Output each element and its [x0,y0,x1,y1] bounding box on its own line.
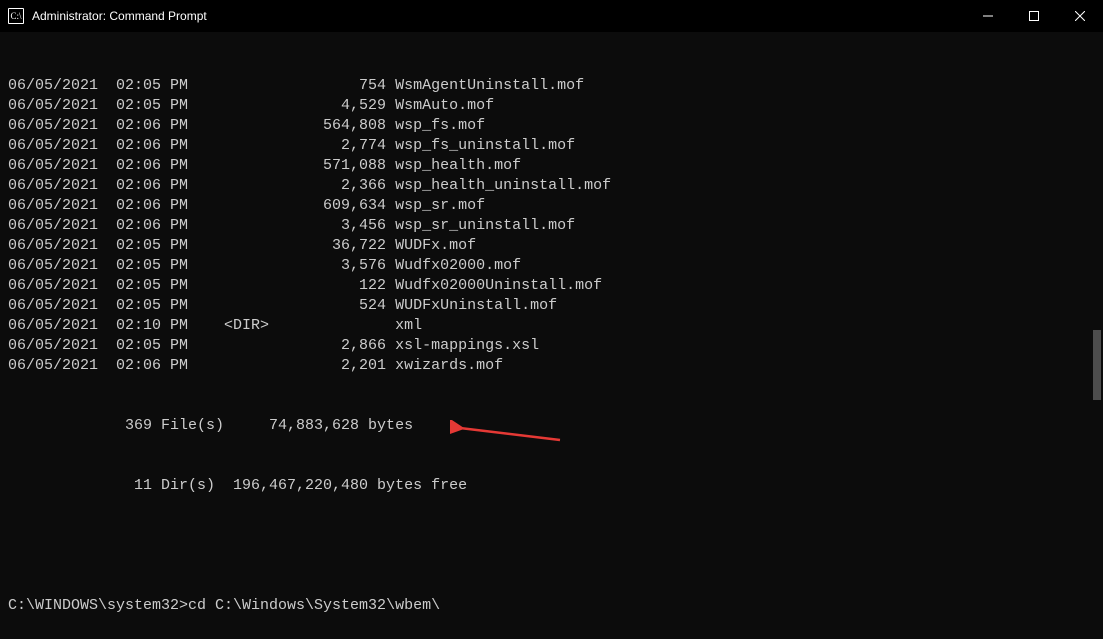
minimize-button[interactable] [965,0,1011,32]
window-controls [965,0,1103,32]
dir-listing-row: 06/05/2021 02:06 PM 571,088 wsp_health.m… [8,156,1103,176]
dir-listing-row: 06/05/2021 02:06 PM 564,808 wsp_fs.mof [8,116,1103,136]
dir-listing-row: 06/05/2021 02:05 PM 524 WUDFxUninstall.m… [8,296,1103,316]
svg-text:C:\: C:\ [11,11,23,21]
cmd-icon: C:\ [8,8,24,24]
dir-listing-row: 06/05/2021 02:05 PM 2,866 xsl-mappings.x… [8,336,1103,356]
dir-listing-row: 06/05/2021 02:06 PM 2,201 xwizards.mof [8,356,1103,376]
summary-dirs: 11 Dir(s) 196,467,220,480 bytes free [8,476,1103,496]
titlebar: C:\ Administrator: Command Prompt [0,0,1103,32]
previous-command-line: C:\WINDOWS\system32>cd C:\Windows\System… [8,596,1103,616]
dir-listing-row: 06/05/2021 02:05 PM 3,576 Wudfx02000.mof [8,256,1103,276]
close-button[interactable] [1057,0,1103,32]
maximize-button[interactable] [1011,0,1057,32]
dir-listing-row: 06/05/2021 02:05 PM 36,722 WUDFx.mof [8,236,1103,256]
command-text: cd C:\Windows\System32\wbem\ [188,597,440,614]
dir-listing-row: 06/05/2021 02:06 PM 2,774 wsp_fs_uninsta… [8,136,1103,156]
dir-listing-row: 06/05/2021 02:05 PM 122 Wudfx02000Uninst… [8,276,1103,296]
scrollbar-thumb[interactable] [1093,330,1101,400]
dir-listing-row: 06/05/2021 02:05 PM 4,529 WsmAuto.mof [8,96,1103,116]
terminal-output[interactable]: 06/05/2021 02:05 PM 754 WsmAgentUninstal… [0,32,1103,639]
dir-listing-row: 06/05/2021 02:06 PM 609,634 wsp_sr.mof [8,196,1103,216]
summary-files: 369 File(s) 74,883,628 bytes [8,416,1103,436]
dir-listing-row: 06/05/2021 02:06 PM 3,456 wsp_sr_uninsta… [8,216,1103,236]
prompt-text: C:\WINDOWS\system32> [8,597,188,614]
dir-listing-row: 06/05/2021 02:05 PM 754 WsmAgentUninstal… [8,76,1103,96]
window-title: Administrator: Command Prompt [32,9,965,23]
dir-listing-row: 06/05/2021 02:06 PM 2,366 wsp_health_uni… [8,176,1103,196]
dir-listing-row: 06/05/2021 02:10 PM <DIR> xml [8,316,1103,336]
